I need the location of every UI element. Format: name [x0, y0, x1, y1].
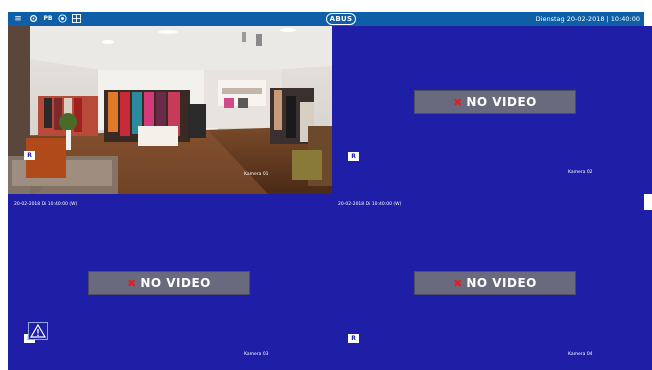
camera-name: Kamera 04	[568, 352, 593, 357]
no-video-text: NO VIDEO	[140, 276, 211, 290]
layout-icon[interactable]	[71, 14, 81, 24]
no-video-text: NO VIDEO	[466, 95, 537, 109]
settings-icon[interactable]	[28, 14, 38, 24]
system-datetime: Dienstag 20-02-2018 | 10:40:00	[535, 15, 640, 23]
osd-timestamp: 20-02-2018 Di 10:40:00 (W)	[14, 202, 78, 207]
abus-logo: ABUS	[326, 13, 356, 25]
record-badge: R	[348, 334, 359, 343]
camera-tile-2[interactable]: ✖ NO VIDEO R Kamera 02	[334, 26, 652, 194]
no-video-x-icon: ✖	[453, 95, 463, 109]
record-badge: R	[24, 151, 35, 160]
no-video-x-icon: ✖	[127, 276, 137, 290]
camera-tile-1[interactable]: R Kamera 01	[8, 26, 332, 194]
no-video-x-icon: ✖	[453, 276, 463, 290]
playback-icon[interactable]: PB	[42, 14, 54, 24]
no-video-banner: ✖ NO VIDEO	[88, 271, 250, 295]
camera-grid: R Kamera 01 ✖ NO VIDEO R Kamera 02 20-02…	[8, 26, 652, 370]
camera-1-live-image	[8, 26, 332, 194]
camera-name: Kamera 03	[244, 352, 269, 357]
record-icon[interactable]	[57, 14, 67, 24]
camera-name: Kamera 01	[244, 172, 269, 177]
camera-tile-3[interactable]: ✖ NO VIDEO R Kamera 03	[8, 210, 332, 370]
no-video-banner: ✖ NO VIDEO	[414, 271, 576, 295]
warning-icon	[29, 323, 47, 338]
no-video-text: NO VIDEO	[466, 276, 537, 290]
camera-tile-4[interactable]: ✖ NO VIDEO R Kamera 04	[334, 210, 652, 370]
menu-icon[interactable]: ≡	[13, 14, 23, 24]
top-toolbar: ≡ PB ABUS Dienstag 20-02-2018 | 10:40:00	[8, 12, 644, 26]
no-video-banner: ✖ NO VIDEO	[414, 90, 576, 114]
osd-timestamp: 20-02-2018 Di 10:40:00 (W)	[338, 202, 402, 207]
record-badge: R	[348, 152, 359, 161]
camera-name: Kamera 02	[568, 170, 593, 175]
alarm-button[interactable]	[28, 322, 48, 340]
